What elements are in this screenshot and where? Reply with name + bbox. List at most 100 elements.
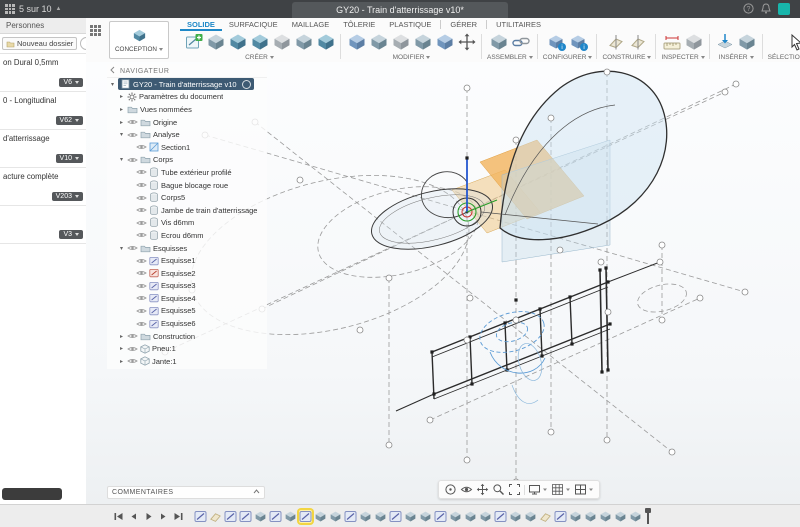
tab-plastique[interactable]: PLASTIQUE: [382, 20, 438, 31]
document-item[interactable]: on Dural 0,5mmV6: [0, 54, 86, 92]
visibility-eye-icon[interactable]: [127, 156, 138, 164]
step-forward-button[interactable]: [157, 510, 169, 522]
activate-radio[interactable]: [242, 80, 251, 89]
visibility-eye-icon[interactable]: [127, 118, 138, 126]
data-panel-header-tab[interactable]: Personnes: [0, 18, 86, 34]
notifications-bell-icon[interactable]: [761, 3, 771, 16]
tree-item-param-tres-du-document[interactable]: ▸Paramètres du document: [107, 91, 267, 104]
timeline-position-marker[interactable]: [647, 509, 649, 524]
collapse-panel-icon[interactable]: [109, 66, 117, 76]
create-coil-icon[interactable]: [293, 31, 314, 53]
group-dropdown-s-lectionner[interactable]: SÉLECTIONNER: [768, 53, 800, 62]
group-dropdown-modifier[interactable]: MODIFIER: [393, 53, 431, 62]
expander-icon[interactable]: ▾: [118, 156, 125, 163]
timeline-feature-27-extrude[interactable]: [584, 510, 597, 523]
timeline-feature-5-extrude[interactable]: [254, 510, 267, 523]
tree-item-esquisse4[interactable]: Esquisse4: [107, 292, 267, 305]
construction-axis-icon[interactable]: [627, 31, 648, 53]
timeline-feature-20-extrude[interactable]: [479, 510, 492, 523]
help-icon[interactable]: ?: [743, 3, 754, 16]
play-button[interactable]: [142, 510, 154, 522]
tab-utilitaires[interactable]: UTILITAIRES: [489, 20, 548, 31]
group-dropdown-configurer[interactable]: CONFIGURER: [543, 53, 593, 62]
tree-item-construction[interactable]: ▸Construction: [107, 330, 267, 343]
expander-icon[interactable]: ▸: [118, 345, 125, 352]
visibility-eye-icon[interactable]: [136, 320, 147, 328]
tree-item-ecrou-d6mm[interactable]: Ecrou d6mm: [107, 229, 267, 242]
timeline-feature-14-sketch[interactable]: [389, 510, 402, 523]
zoom-window-icon[interactable]: [492, 483, 505, 496]
timeline-feature-26-extrude[interactable]: [569, 510, 582, 523]
timeline-feature-6-sketch[interactable]: [269, 510, 282, 523]
app-grid-icon[interactable]: [5, 4, 15, 14]
tree-item-pneu-1[interactable]: ▸Pneu:1: [107, 342, 267, 355]
tree-item-origine[interactable]: ▸Origine: [107, 116, 267, 129]
expander-icon[interactable]: ▸: [118, 93, 125, 100]
timeline-feature-30-extrude[interactable]: [629, 510, 642, 523]
tree-item-tube-ext-rieur-profil[interactable]: Tube extérieur profilé: [107, 166, 267, 179]
create-box-icon[interactable]: [205, 31, 226, 53]
timeline-feature-13-extrude[interactable]: [374, 510, 387, 523]
new-component-icon[interactable]: [488, 31, 509, 53]
version-dropdown[interactable]: V203: [52, 192, 83, 201]
timeline-feature-7-extrude[interactable]: [284, 510, 297, 523]
visibility-eye-icon[interactable]: [136, 194, 147, 202]
root-document-pill[interactable]: GY20 - Train d'atterrissage v10: [118, 78, 254, 90]
timeline-feature-25-sketch[interactable]: [554, 510, 567, 523]
create-pipe-icon[interactable]: [315, 31, 336, 53]
expander-icon[interactable]: ▸: [118, 106, 125, 113]
go-to-start-button[interactable]: [112, 510, 124, 522]
data-panel-toggle[interactable]: [86, 18, 104, 62]
timeline-feature-22-extrude[interactable]: [509, 510, 522, 523]
expand-comments-icon[interactable]: [253, 489, 260, 496]
display-settings-icon[interactable]: [528, 483, 548, 496]
visibility-eye-icon[interactable]: [136, 181, 147, 189]
visibility-eye-icon[interactable]: [136, 294, 147, 302]
version-dropdown[interactable]: V3: [59, 230, 83, 239]
visibility-eye-icon[interactable]: [127, 357, 138, 365]
step-back-button[interactable]: [127, 510, 139, 522]
tree-item-corps5[interactable]: Corps5: [107, 191, 267, 204]
visibility-eye-icon[interactable]: [127, 244, 138, 252]
version-dropdown[interactable]: V6: [59, 78, 83, 87]
document-item[interactable]: d'atterrissageV10: [0, 130, 86, 168]
grid-display-icon[interactable]: [551, 483, 571, 496]
orbit-icon[interactable]: [444, 483, 457, 496]
visibility-eye-icon[interactable]: [136, 231, 147, 239]
tree-item-esquisse6[interactable]: Esquisse6: [107, 317, 267, 330]
visibility-eye-icon[interactable]: [127, 131, 138, 139]
configuration-table-icon[interactable]: i: [568, 31, 589, 53]
combine-icon[interactable]: [412, 31, 433, 53]
tree-item-vis-d6mm[interactable]: Vis d6mm: [107, 217, 267, 230]
create-torus-icon[interactable]: [271, 31, 292, 53]
tree-item-gy20-train-d-atterrissage-v10[interactable]: ▾GY20 - Train d'atterrissage v10: [107, 78, 267, 91]
offset-face-icon[interactable]: [434, 31, 455, 53]
group-dropdown-construire[interactable]: CONSTRUIRE: [602, 53, 651, 62]
timeline-feature-11-sketch[interactable]: [344, 510, 357, 523]
timeline-feature-19-extrude[interactable]: [464, 510, 477, 523]
visibility-eye-icon[interactable]: [136, 257, 147, 265]
timeline-feature-16-extrude[interactable]: [419, 510, 432, 523]
move-copy-icon[interactable]: [456, 31, 477, 53]
section-analysis-icon[interactable]: [684, 31, 705, 53]
expander-icon[interactable]: ▸: [118, 333, 125, 340]
timeline-feature-3-sketch[interactable]: [224, 510, 237, 523]
shell-icon[interactable]: [390, 31, 411, 53]
viewport-layout-icon[interactable]: [574, 483, 594, 496]
expander-icon[interactable]: ▸: [118, 358, 125, 365]
tree-item-jambe-de-train-d-atterrissage[interactable]: Jambe de train d'atterrissage: [107, 204, 267, 217]
go-to-end-button[interactable]: [172, 510, 184, 522]
tab-surfacique[interactable]: SURFACIQUE: [222, 20, 285, 31]
tab-g-rer[interactable]: GÉRER: [443, 20, 484, 31]
tree-item-esquisse1[interactable]: Esquisse1: [107, 254, 267, 267]
visibility-eye-icon[interactable]: [136, 282, 147, 290]
version-dropdown[interactable]: V62: [56, 116, 83, 125]
new-folder-button[interactable]: Nouveau dossier: [2, 37, 77, 50]
visibility-eye-icon[interactable]: [136, 168, 147, 176]
group-dropdown-inspecter[interactable]: INSPECTER: [661, 53, 704, 62]
timeline-feature-24-plane[interactable]: [539, 510, 552, 523]
timeline-feature-15-extrude[interactable]: [404, 510, 417, 523]
pan-icon[interactable]: [476, 483, 489, 496]
expander-icon[interactable]: ▾: [109, 81, 116, 88]
fillet-icon[interactable]: [368, 31, 389, 53]
